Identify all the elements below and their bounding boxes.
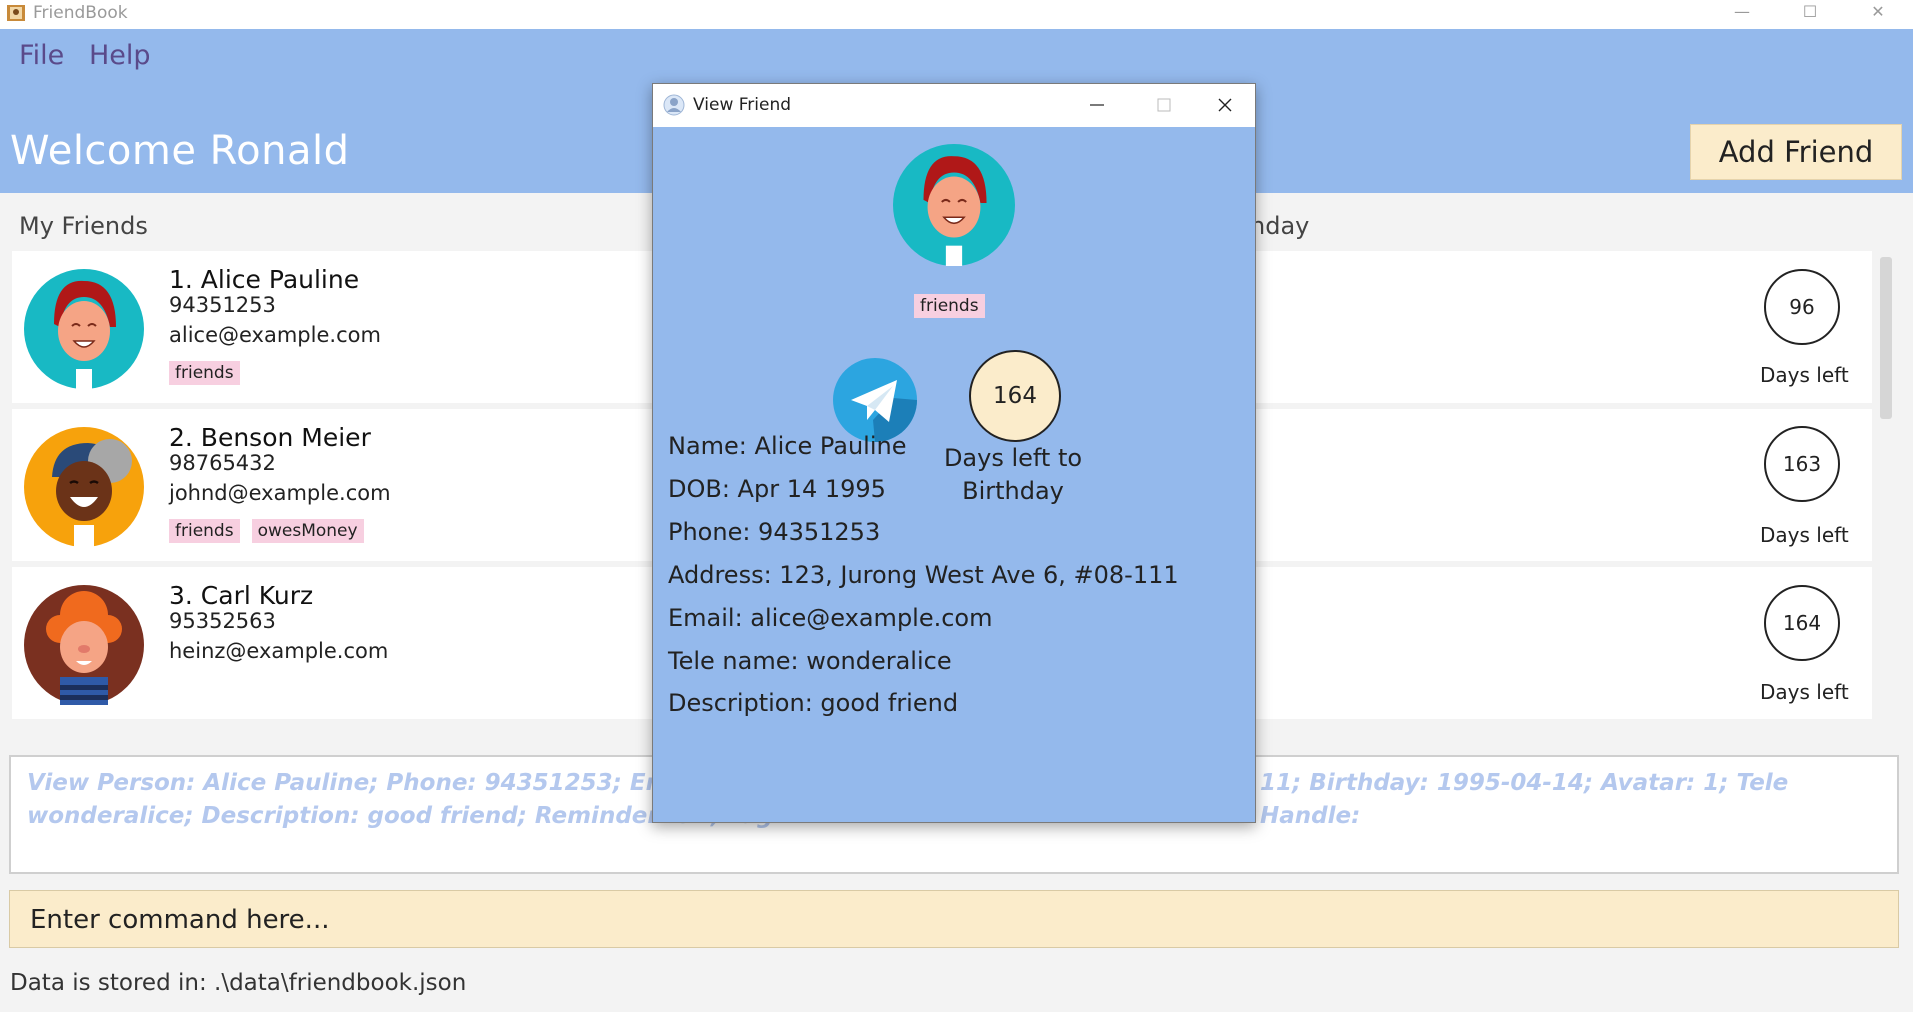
minimize-icon [1090, 104, 1104, 106]
telegram-icon[interactable] [833, 358, 917, 442]
window-title: FriendBook [33, 3, 128, 23]
girl-red-hair-avatar-icon [24, 269, 144, 389]
days-left-label: Days left [1760, 523, 1849, 547]
maximize-icon [1157, 98, 1171, 112]
tag-badge: owesMoney [251, 519, 364, 543]
days-left-label: Days left [1760, 363, 1849, 387]
field-tele-name: Tele name: wonderalice [668, 647, 952, 675]
tag-badge: friends [169, 519, 240, 543]
tag-badge: friends [914, 294, 985, 318]
friend-phone: 98765432 [169, 451, 276, 475]
tag-list: friends [169, 361, 240, 385]
menu-file[interactable]: File [19, 40, 64, 71]
field-dob: DOB: Apr 14 1995 [668, 475, 886, 503]
girl-red-hair-avatar-icon [893, 144, 1015, 266]
days-left-circle: 164 [969, 350, 1061, 442]
friend-email: alice@example.com [169, 323, 381, 347]
window-titlebar: FriendBook — ☐ ✕ [0, 0, 1913, 29]
dialog-close-button[interactable] [1201, 90, 1249, 120]
friend-list-scrollbar[interactable] [1878, 251, 1894, 726]
days-label-line2: Birthday [962, 477, 1064, 505]
field-email: Email: alice@example.com [668, 604, 993, 632]
friend-name: 3. Carl Kurz [169, 581, 314, 610]
close-icon [1218, 98, 1232, 112]
tag-list: friends owesMoney [169, 519, 364, 543]
result-line-right-1: 11; Birthday: 1995-04-14; Avatar: 1; Tel… [1260, 770, 1789, 829]
window-maximize-button[interactable]: ☐ [1780, 0, 1840, 22]
welcome-heading: Welcome Ronald [10, 128, 350, 174]
window-close-button[interactable]: ✕ [1848, 0, 1908, 22]
close-icon: ✕ [1871, 1, 1885, 21]
days-left-circle: 164 [1764, 585, 1840, 661]
field-description: Description: good friend [668, 689, 959, 717]
status-bar-text: Data is stored in: .\data\friendbook.jso… [10, 970, 467, 996]
maximize-icon: ☐ [1802, 1, 1818, 21]
friend-email: johnd@example.com [169, 481, 391, 505]
friend-phone: 95352563 [169, 609, 276, 633]
friend-name: 1. Alice Pauline [169, 265, 360, 294]
friend-name: 2. Benson Meier [169, 423, 371, 452]
field-name: Name: Alice Pauline [668, 432, 907, 460]
view-friend-dialog: View Friend friends 164 Days left to Bir… [652, 83, 1256, 823]
scrollbar-thumb[interactable] [1880, 257, 1892, 419]
field-phone: Phone: 94351253 [668, 518, 881, 546]
tag-badge: friends [169, 361, 240, 385]
my-friends-title: My Friends [19, 212, 148, 240]
boy-orange-hair-avatar-icon [24, 585, 144, 705]
field-address: Address: 123, Jurong West Ave 6, #08-111 [668, 561, 1179, 589]
friend-email: heinz@example.com [169, 639, 389, 663]
dialog-minimize-button[interactable] [1073, 90, 1121, 120]
command-input[interactable] [28, 901, 1832, 939]
days-left-circle: 163 [1764, 426, 1840, 502]
boy-cap-avatar-icon [24, 427, 144, 547]
dialog-maximize-button[interactable] [1140, 90, 1188, 120]
app-book-icon [7, 5, 25, 21]
add-friend-button[interactable]: Add Friend [1690, 124, 1902, 180]
days-left-circle: 96 [1764, 269, 1840, 345]
friend-phone: 94351253 [169, 293, 276, 317]
days-label-line1: Days left to [943, 444, 1083, 472]
dialog-titlebar: View Friend [653, 84, 1255, 127]
dialog-title: View Friend [693, 95, 792, 115]
minimize-icon: — [1734, 1, 1750, 21]
user-icon [663, 94, 685, 116]
window-minimize-button[interactable]: — [1712, 0, 1772, 22]
days-left-label: Days left [1760, 680, 1849, 704]
birthday-section-title: nday [1250, 212, 1310, 240]
command-box [9, 890, 1899, 948]
days-left-to-birthday-label: Days left to Birthday [933, 442, 1093, 508]
menu-help[interactable]: Help [89, 40, 151, 71]
